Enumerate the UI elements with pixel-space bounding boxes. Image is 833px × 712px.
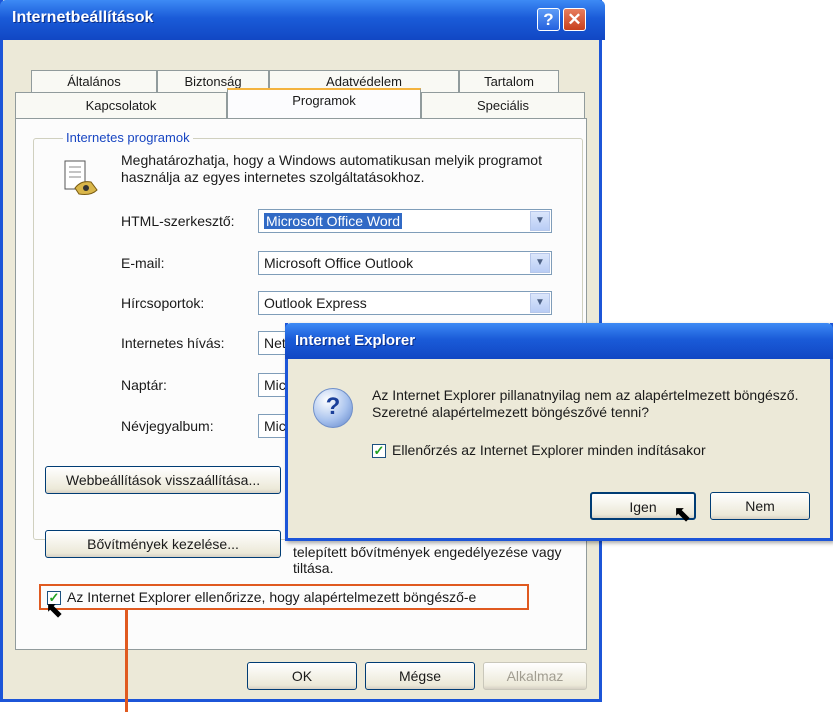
newsgroups-value: Outlook Express bbox=[264, 295, 367, 311]
internet-call-value: Net bbox=[264, 335, 286, 351]
calendar-label: Naptár: bbox=[121, 377, 167, 393]
html-editor-value: Microsoft Office Word bbox=[264, 213, 403, 229]
ok-button[interactable]: OK bbox=[247, 662, 357, 690]
contacts-label: Névjegyalbum: bbox=[121, 418, 214, 434]
no-button[interactable]: Nem bbox=[710, 492, 810, 520]
reset-web-settings-button[interactable]: Webbeállítások visszaállítása... bbox=[45, 466, 281, 494]
newsgroups-label: Hírcsoportok: bbox=[121, 295, 205, 311]
ie-title: Internet Explorer bbox=[295, 332, 416, 349]
chevron-down-icon[interactable]: ▼ bbox=[530, 211, 550, 231]
tab-programs[interactable]: Programok bbox=[227, 88, 421, 118]
ie-message: Az Internet Explorer pillanatnyilag nem … bbox=[372, 387, 799, 420]
cancel-button[interactable]: Mégse bbox=[365, 662, 475, 690]
apply-button[interactable]: Alkalmaz bbox=[483, 662, 587, 690]
chevron-down-icon[interactable]: ▼ bbox=[530, 253, 550, 273]
phone-book-icon bbox=[61, 158, 101, 198]
tab-connections[interactable]: Kapcsolatok bbox=[15, 92, 227, 118]
tab-general[interactable]: Általános bbox=[31, 70, 157, 92]
question-icon: ? bbox=[313, 388, 353, 428]
html-editor-select[interactable]: Microsoft Office Word ▼ bbox=[258, 209, 552, 233]
tab-advanced[interactable]: Speciális bbox=[421, 92, 585, 118]
manage-addons-button[interactable]: Bővítmények kezelése... bbox=[45, 530, 281, 558]
email-label: E-mail: bbox=[121, 255, 165, 271]
contacts-value: Mic bbox=[264, 418, 286, 434]
internet-call-label: Internetes hívás: bbox=[121, 335, 225, 351]
addons-description: telepített bővítmények engedélyezése vag… bbox=[293, 544, 562, 576]
ie-title-bar[interactable]: Internet Explorer bbox=[285, 323, 833, 359]
default-check-label: Az Internet Explorer ellenőrizze, hogy a… bbox=[67, 589, 477, 605]
ie-default-browser-dialog: Internet Explorer ? Az Internet Explorer… bbox=[285, 323, 833, 541]
html-editor-label: HTML-szerkesztő: bbox=[121, 213, 235, 229]
programs-description: Meghatározhatja, hogy a Windows automati… bbox=[121, 152, 542, 185]
close-icon[interactable]: ✕ bbox=[563, 8, 586, 31]
ie-check-label: Ellenőrzés az Internet Explorer minden i… bbox=[392, 442, 706, 458]
tab-content[interactable]: Tartalom bbox=[459, 70, 559, 92]
callout-line bbox=[125, 610, 128, 712]
group-label: Internetes programok bbox=[63, 130, 193, 145]
help-icon[interactable]: ? bbox=[537, 8, 560, 31]
mouse-cursor-icon: ⬉ bbox=[45, 597, 64, 622]
email-value: Microsoft Office Outlook bbox=[264, 255, 414, 271]
title-bar[interactable]: Internetbeállítások ? ✕ bbox=[0, 0, 605, 40]
calendar-value: Mic bbox=[264, 377, 286, 393]
newsgroups-select[interactable]: Outlook Express ▼ bbox=[258, 291, 552, 315]
ie-check-checkbox[interactable]: ✓ bbox=[372, 444, 386, 458]
chevron-down-icon[interactable]: ▼ bbox=[530, 293, 550, 313]
mouse-cursor-icon: ⬉ bbox=[673, 501, 692, 526]
email-select[interactable]: Microsoft Office Outlook ▼ bbox=[258, 251, 552, 275]
window-title: Internetbeállítások bbox=[12, 9, 154, 26]
